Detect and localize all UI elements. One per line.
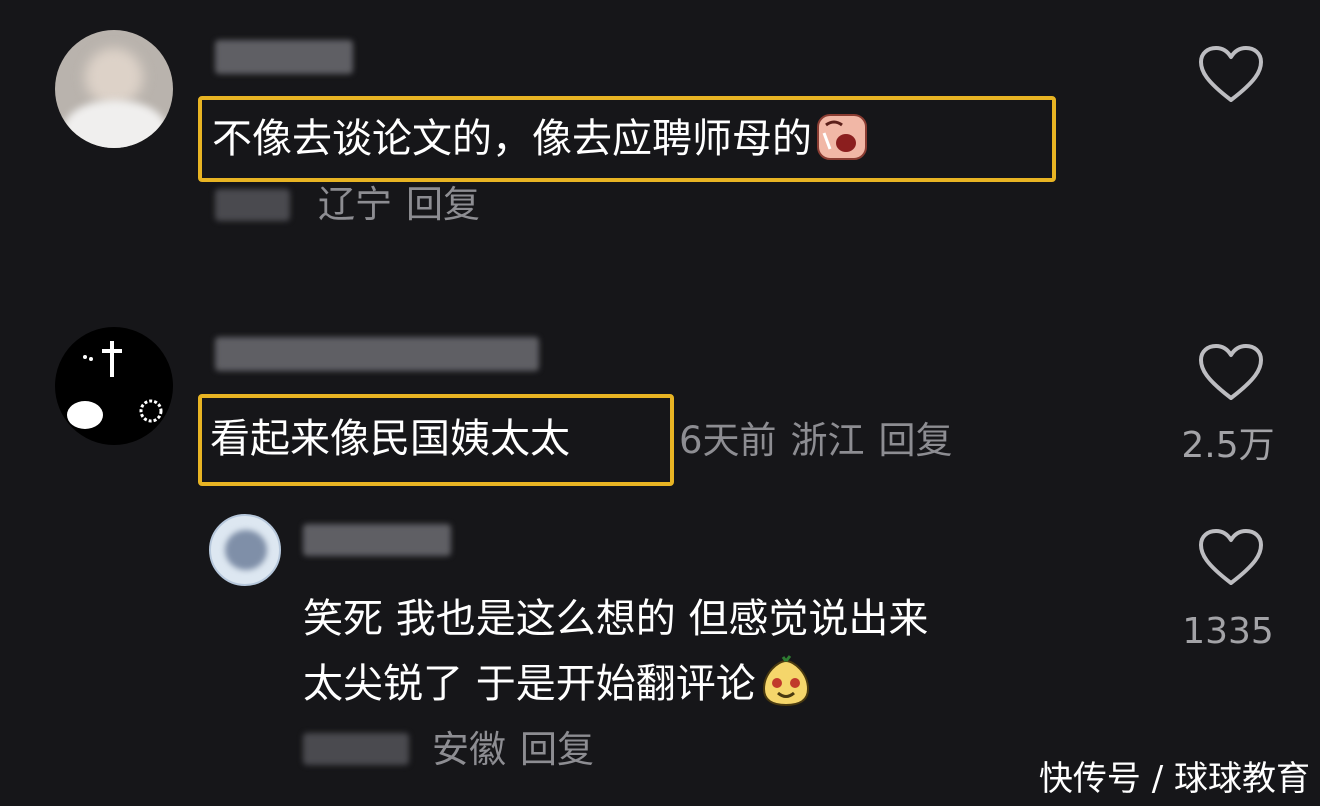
username-blurred[interactable] [215, 40, 353, 74]
username-blurred[interactable] [303, 524, 451, 556]
reply-location: 安徽 [432, 728, 506, 771]
comment-meta: 6天前 浙江 回复 [679, 422, 967, 459]
comment-text: 不像去谈论文的，像去应聘师母的 [212, 114, 868, 163]
heart-icon[interactable] [1198, 528, 1264, 588]
reply-text-line-1: 笑死 我也是这么想的 但感觉说出来 [303, 596, 929, 642]
like-count: 2.5万 [1181, 425, 1275, 466]
user-avatar[interactable] [55, 30, 173, 148]
heart-icon[interactable] [1198, 343, 1264, 403]
user-avatar[interactable] [55, 327, 173, 445]
comment-text-content: 不像去谈论文的，像去应聘师母的 [212, 116, 812, 162]
timestamp-blurred [215, 189, 290, 221]
watermark: 快传号 / 球球教育 [1038, 759, 1310, 799]
crying-face-emoji-icon [817, 114, 867, 160]
reply-text-line-2: 太尖锐了 于是开始翻评论 [303, 655, 812, 707]
like-count: 1335 [1182, 611, 1274, 652]
heart-icon[interactable] [1198, 45, 1264, 105]
comment-text: 看起来像民国姨太太 [210, 416, 570, 462]
comment-timestamp: 6天前 [679, 419, 777, 462]
user-avatar[interactable] [209, 514, 281, 586]
comment-location: 辽宁 [318, 183, 392, 226]
timestamp-blurred [303, 733, 409, 765]
comment-meta: 辽宁 回复 [318, 186, 494, 223]
reply-meta: 安徽 回复 [432, 731, 608, 768]
reply-button[interactable]: 回复 [406, 183, 480, 226]
reply-text-line-2-content: 太尖锐了 于是开始翻评论 [303, 661, 756, 707]
cross-rosary-avatar-icon [67, 341, 163, 429]
comment-location: 浙江 [790, 419, 865, 462]
username-blurred[interactable] [215, 337, 539, 371]
reply-button[interactable]: 回复 [520, 728, 594, 771]
pear-face-emoji-icon [762, 655, 809, 707]
reply-button[interactable]: 回复 [879, 419, 953, 462]
